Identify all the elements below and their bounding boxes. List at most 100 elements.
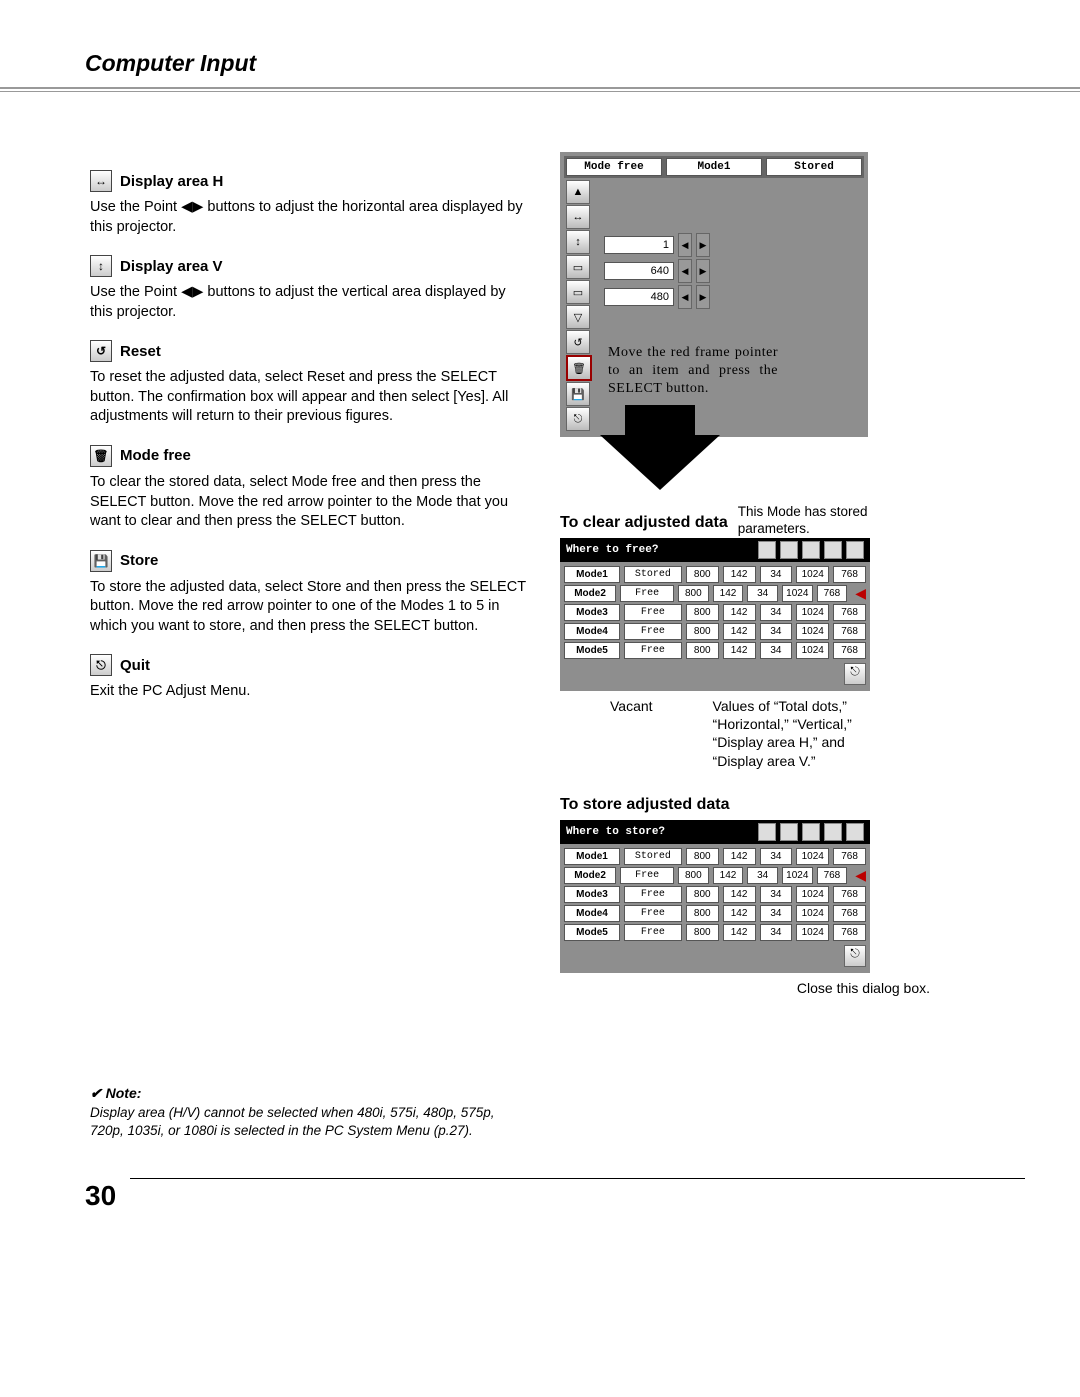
value-cell: 768 bbox=[817, 867, 848, 884]
value-cell: 800 bbox=[678, 867, 709, 884]
section-title: Display area H bbox=[120, 173, 223, 190]
table-row[interactable]: Mode3Free800142341024768 bbox=[564, 604, 866, 621]
right-arrow-button[interactable]: ▶ bbox=[696, 233, 710, 257]
close-dialog-icon[interactable]: ⎋ bbox=[844, 663, 866, 685]
value-cell: 142 bbox=[713, 585, 744, 602]
value-cell: 800 bbox=[686, 604, 719, 621]
value-cell: 768 bbox=[817, 585, 848, 602]
table-row[interactable]: Mode5Free800142341024768 bbox=[564, 924, 866, 941]
value-cell: 142 bbox=[723, 623, 756, 640]
value-cell: 800 bbox=[686, 886, 719, 903]
section-heading-reset: ↺ Reset bbox=[90, 340, 530, 362]
status-cell: Stored bbox=[624, 566, 682, 583]
value-cell: 800 bbox=[686, 905, 719, 922]
value-cell: 34 bbox=[760, 623, 793, 640]
mode-cell: Mode4 bbox=[564, 905, 620, 922]
right-arrow-button[interactable]: ▶ bbox=[696, 285, 710, 309]
section-body: To clear the stored data, select Mode fr… bbox=[90, 473, 530, 532]
close-annotation: Close this dialog box. bbox=[560, 979, 930, 997]
note-section: Note: Display area (H/V) cannot be selec… bbox=[90, 1085, 530, 1139]
table-row[interactable]: Mode2Free800142341024768◀ bbox=[564, 585, 866, 602]
tab-mode1[interactable]: Mode1 bbox=[666, 158, 762, 176]
where-to-free-dialog: Where to free? Mode1Stored80014234102476… bbox=[560, 538, 870, 691]
value-cell: 800 bbox=[686, 642, 719, 659]
table-row[interactable]: Mode5Free800142341024768 bbox=[564, 642, 866, 659]
value-cell: 34 bbox=[747, 585, 778, 602]
close-dialog-icon[interactable]: ⎋ bbox=[844, 945, 866, 967]
display-h-item-icon[interactable]: ↔ bbox=[566, 205, 590, 229]
value-cell: 142 bbox=[723, 848, 756, 865]
mode-cell: Mode1 bbox=[564, 566, 620, 583]
mode-cell: Mode3 bbox=[564, 886, 620, 903]
table-row[interactable]: Mode4Free800142341024768 bbox=[564, 905, 866, 922]
left-arrow-button[interactable]: ◀ bbox=[678, 259, 692, 283]
value-cell: 800 bbox=[678, 585, 709, 602]
scroll-down-icon[interactable]: ▽ bbox=[566, 305, 590, 329]
left-column: ↔ Display area H Use the Point ◀▶ button… bbox=[90, 152, 530, 997]
value-cell: 768 bbox=[833, 566, 866, 583]
red-arrow-icon: ◀ bbox=[855, 585, 866, 602]
scroll-up-icon[interactable]: ▲ bbox=[566, 180, 590, 204]
where-to-store-dialog: Where to store? Mode1Stored8001423410247… bbox=[560, 820, 870, 973]
value-cell: 800 bbox=[686, 848, 719, 865]
header-icon bbox=[846, 823, 864, 841]
value-cell: 800 bbox=[686, 623, 719, 640]
big-down-arrow-icon bbox=[600, 435, 720, 490]
table-row[interactable]: Mode4Free800142341024768 bbox=[564, 623, 866, 640]
item-icon[interactable]: ▭ bbox=[566, 280, 590, 304]
table-row[interactable]: Mode1Stored800142341024768 bbox=[564, 848, 866, 865]
display-h-icon: ↔ bbox=[90, 170, 112, 192]
quit-icon: ⎋ bbox=[90, 654, 112, 676]
mode-cell: Mode5 bbox=[564, 642, 620, 659]
left-arrow-button[interactable]: ◀ bbox=[678, 285, 692, 309]
stored-params-note: This Mode has stored parameters. bbox=[738, 503, 888, 538]
status-cell: Free bbox=[624, 642, 682, 659]
tab-mode-free[interactable]: Mode free bbox=[566, 158, 662, 176]
display-v-item-icon[interactable]: ↕ bbox=[566, 230, 590, 254]
table-row[interactable]: Mode1Stored800142341024768 bbox=[564, 566, 866, 583]
value-cell: 34 bbox=[760, 566, 793, 583]
header-icon bbox=[758, 823, 776, 841]
section-body: To store the adjusted data, select Store… bbox=[90, 578, 530, 637]
value-cell: 34 bbox=[760, 604, 793, 621]
value-cell: 34 bbox=[760, 905, 793, 922]
value-cell: 1024 bbox=[796, 924, 829, 941]
value-cell: 768 bbox=[833, 924, 866, 941]
left-arrow-button[interactable]: ◀ bbox=[678, 233, 692, 257]
quit-item-icon[interactable]: ⎋ bbox=[566, 407, 590, 431]
table-row[interactable]: Mode2Free800142341024768◀ bbox=[564, 867, 866, 884]
section-heading-display-area-v: ↕ Display area V bbox=[90, 255, 530, 277]
header-icon bbox=[802, 541, 820, 559]
section-body: Use the Point ◀▶ buttons to adjust the h… bbox=[90, 198, 530, 237]
value-cell: 1024 bbox=[796, 623, 829, 640]
value-cell: 34 bbox=[760, 886, 793, 903]
section-title: Display area V bbox=[120, 258, 223, 275]
section-body: Use the Point ◀▶ buttons to adjust the v… bbox=[90, 283, 530, 322]
status-cell: Free bbox=[620, 585, 674, 602]
section-title: Store bbox=[120, 552, 158, 569]
vacant-annotation: Vacant bbox=[610, 697, 653, 770]
store-heading: To store adjusted data bbox=[560, 796, 940, 814]
reset-icon: ↺ bbox=[90, 340, 112, 362]
status-cell: Free bbox=[624, 886, 682, 903]
mode-cell: Mode5 bbox=[564, 924, 620, 941]
value-cell: 1024 bbox=[796, 642, 829, 659]
store-icon: 💾 bbox=[90, 550, 112, 572]
value-cell: 1024 bbox=[782, 867, 813, 884]
page-header-title: Computer Input bbox=[0, 0, 1080, 85]
values-annotation: Values of “Total dots,” “Horizontal,” “V… bbox=[713, 697, 883, 770]
display-v-icon: ↕ bbox=[90, 255, 112, 277]
value-cell: 142 bbox=[723, 886, 756, 903]
status-cell: Free bbox=[624, 604, 682, 621]
tab-stored[interactable]: Stored bbox=[766, 158, 862, 176]
table-row[interactable]: Mode3Free800142341024768 bbox=[564, 886, 866, 903]
value-cell: 34 bbox=[747, 867, 778, 884]
value-cell: 142 bbox=[713, 867, 744, 884]
right-arrow-button[interactable]: ▶ bbox=[696, 259, 710, 283]
reset-item-icon[interactable]: ↺ bbox=[566, 330, 590, 354]
item-icon[interactable]: ▭ bbox=[566, 255, 590, 279]
value-cell: 1024 bbox=[796, 566, 829, 583]
status-cell: Free bbox=[624, 623, 682, 640]
mode-free-item-icon[interactable]: 🗑 bbox=[566, 355, 592, 381]
store-item-icon[interactable]: 💾 bbox=[566, 382, 590, 406]
